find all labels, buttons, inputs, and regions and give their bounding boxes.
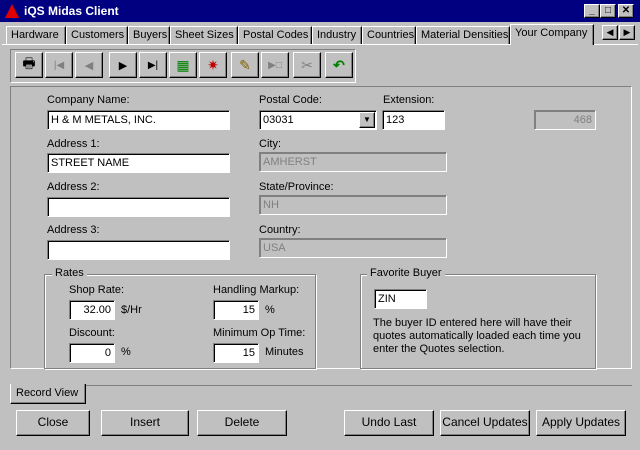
address1-field[interactable]: STREET NAME — [47, 153, 230, 173]
address3-label: Address 3: — [47, 224, 100, 236]
delete-button[interactable]: Delete — [197, 410, 287, 436]
discount-label: Discount: — [69, 327, 115, 339]
edit-icon: ✎ — [239, 56, 251, 73]
apply-updates-button[interactable]: Apply Updates — [536, 410, 626, 436]
tools-button[interactable]: ✷ — [199, 52, 227, 78]
postal-code-label: Postal Code: — [259, 94, 322, 106]
tab-buyers[interactable]: Buyers — [128, 26, 170, 44]
close-window-button[interactable]: ✕ — [618, 4, 634, 18]
maximize-button[interactable]: □ — [600, 4, 616, 18]
chevron-down-icon: ▼ — [363, 115, 371, 124]
favorite-buyer-description: The buyer ID entered here will have thei… — [373, 317, 581, 355]
extension-label: Extension: — [383, 94, 435, 106]
tab-sheet-sizes[interactable]: Sheet Sizes — [170, 26, 238, 44]
min-op-time-label: Minimum Op Time: — [213, 327, 306, 339]
record-view-divider — [10, 385, 632, 386]
export-button[interactable]: ▦ — [169, 52, 197, 78]
discount-unit: % — [121, 346, 131, 358]
spreadsheet-icon: ▦ — [176, 56, 190, 73]
shop-rate-unit: $/Hr — [121, 304, 142, 316]
extension-field[interactable]: 123 — [382, 110, 445, 130]
address3-field[interactable] — [47, 240, 230, 260]
country-field: USA — [259, 238, 447, 258]
record-id-field: 468 — [534, 110, 596, 130]
last-record-button[interactable]: ▶| — [139, 52, 167, 78]
title-bar: iQS Midas Client _ □ ✕ — [0, 0, 640, 22]
handling-markup-field[interactable]: 15 — [213, 300, 259, 320]
country-label: Country: — [259, 224, 301, 236]
postal-code-dropdown-button[interactable]: ▼ — [359, 112, 375, 128]
min-op-time-unit: Minutes — [265, 346, 304, 358]
state-label: State/Province: — [259, 181, 334, 193]
move-icon: ▶□ — [268, 59, 282, 71]
tab-hardware[interactable]: Hardware — [6, 26, 66, 44]
shop-rate-label: Shop Rate: — [69, 284, 125, 296]
handling-markup-unit: % — [265, 304, 275, 316]
city-label: City: — [259, 138, 281, 150]
last-record-icon: ▶| — [147, 59, 159, 71]
next-record-button[interactable]: ▶ — [109, 52, 137, 78]
printer-icon: 🖶 — [22, 55, 36, 71]
state-field: NH — [259, 195, 447, 215]
tab-countries[interactable]: Countries — [362, 26, 416, 44]
tab-record-view[interactable]: Record View — [10, 384, 86, 404]
minimize-button[interactable]: _ — [584, 4, 600, 18]
postal-code-value: 03031 — [263, 114, 294, 126]
tab-material-densities[interactable]: Material Densities — [416, 26, 510, 44]
handling-markup-label: Handling Markup: — [213, 284, 300, 296]
print-button[interactable]: 🖶 — [15, 52, 43, 78]
favorite-buyer-legend: Favorite Buyer — [367, 267, 445, 279]
first-record-icon: |◀ — [53, 59, 65, 71]
tab-your-company[interactable]: Your Company — [510, 24, 594, 45]
tab-postal-codes[interactable]: Postal Codes — [238, 26, 312, 44]
undo-last-button[interactable]: Undo Last — [344, 410, 434, 436]
undo-arrow-icon: ↶ — [333, 56, 345, 73]
favorite-buyer-field[interactable]: ZIN — [374, 289, 427, 309]
tools-icon: ✷ — [207, 56, 219, 73]
first-record-button[interactable]: |◀ — [45, 52, 73, 78]
previous-record-button[interactable]: ◀ — [75, 52, 103, 78]
city-field: AMHERST — [259, 152, 447, 172]
address2-label: Address 2: — [47, 181, 100, 193]
undo-button[interactable]: ↶ — [325, 52, 353, 78]
discount-field[interactable]: 0 — [69, 343, 115, 363]
cancel-updates-button[interactable]: Cancel Updates — [440, 410, 530, 436]
min-op-time-field[interactable]: 15 — [213, 343, 259, 363]
tab-scroll-left-button[interactable]: ◀ — [602, 25, 618, 40]
window-title: iQS Midas Client — [24, 4, 119, 18]
tab-customers[interactable]: Customers — [66, 26, 128, 44]
tab-scroll-right-button[interactable]: ▶ — [619, 25, 635, 40]
address2-field[interactable] — [47, 197, 230, 217]
move-button[interactable]: ▶□ — [261, 52, 289, 78]
previous-icon: ◀ — [84, 59, 94, 72]
next-icon: ▶ — [118, 59, 128, 72]
cut-button[interactable]: ✂ — [293, 52, 321, 78]
scissors-icon: ✂ — [301, 56, 313, 73]
tab-industry[interactable]: Industry — [312, 26, 362, 44]
close-button[interactable]: Close — [16, 410, 90, 436]
address1-label: Address 1: — [47, 138, 100, 150]
company-name-field[interactable]: H & M METALS, INC. — [47, 110, 230, 130]
edit-button[interactable]: ✎ — [231, 52, 259, 78]
rates-legend: Rates — [52, 267, 87, 279]
insert-button[interactable]: Insert — [101, 410, 189, 436]
shop-rate-field[interactable]: 32.00 — [69, 300, 115, 320]
app-logo-icon — [5, 4, 19, 18]
company-name-label: Company Name: — [47, 94, 130, 106]
